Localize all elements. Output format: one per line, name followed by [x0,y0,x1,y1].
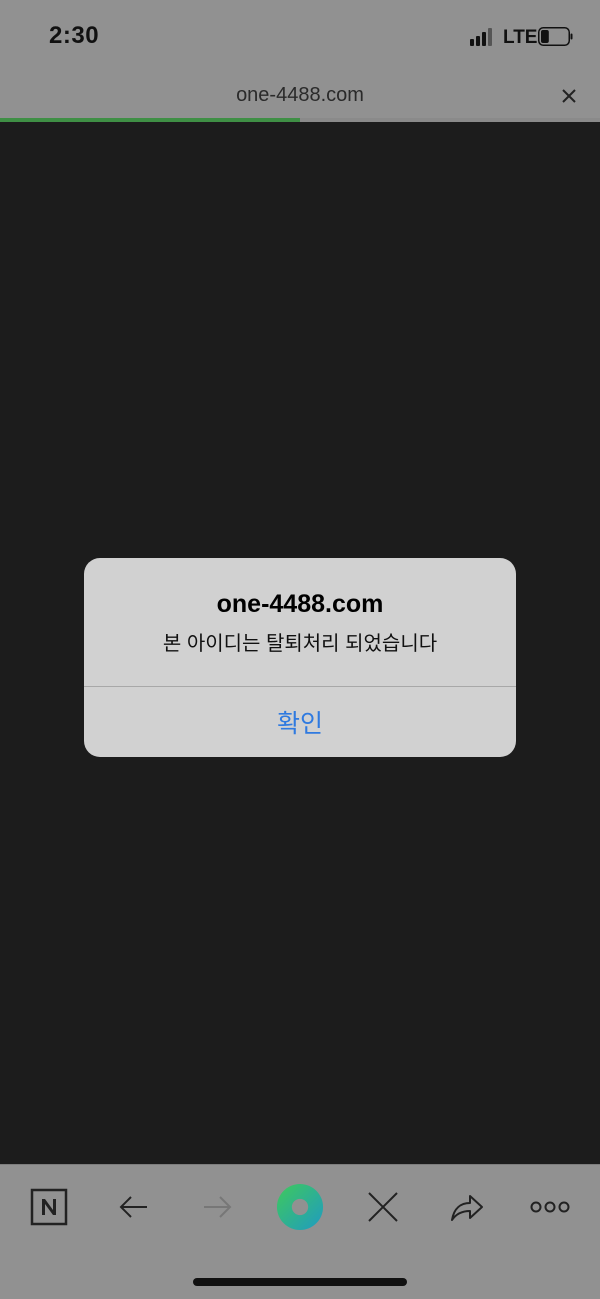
home-indicator[interactable] [193,1278,407,1286]
naver-home-button[interactable] [25,1183,73,1231]
green-dot-icon [276,1183,324,1231]
close-x-icon [368,1192,398,1222]
share-arrow-icon [451,1195,483,1221]
more-dots-icon [530,1201,570,1213]
url-text[interactable]: one-4488.com [0,84,600,107]
close-icon[interactable] [559,86,579,106]
url-bar[interactable]: one-4488.com [0,72,600,118]
status-bar: 2:30 LTE [0,0,600,72]
alert-message: 본 아이디는 탈퇴처리 되었습니다 [162,633,438,655]
alert-title: one-4488.com [216,590,384,618]
signal-strength-icon [470,28,496,46]
back-button[interactable] [110,1183,158,1231]
confirm-button[interactable]: 확인 [84,687,516,757]
network-type: LTE [503,27,538,48]
back-arrow-icon [119,1196,147,1218]
status-time: 2:30 [49,22,100,49]
more-button[interactable] [526,1183,574,1231]
alert-dialog: one-4488.com 본 아이디는 탈퇴처리 되었습니다 확인 [84,558,516,757]
green-dot-button[interactable] [276,1183,324,1231]
naver-n-icon [30,1188,68,1226]
share-button[interactable] [443,1183,491,1231]
forward-arrow-icon [204,1196,232,1218]
forward-button[interactable] [193,1183,241,1231]
battery-icon [538,27,573,46]
close-tab-button[interactable] [359,1183,407,1231]
